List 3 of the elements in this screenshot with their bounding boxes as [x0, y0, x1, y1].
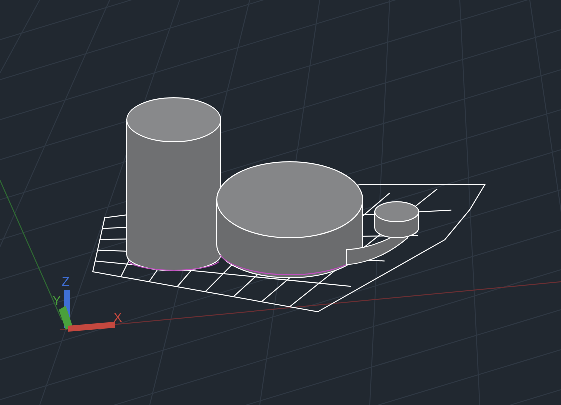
axis-label: Z [62, 274, 70, 289]
axis-label: X [114, 310, 122, 325]
axis-label: Y [52, 293, 62, 308]
